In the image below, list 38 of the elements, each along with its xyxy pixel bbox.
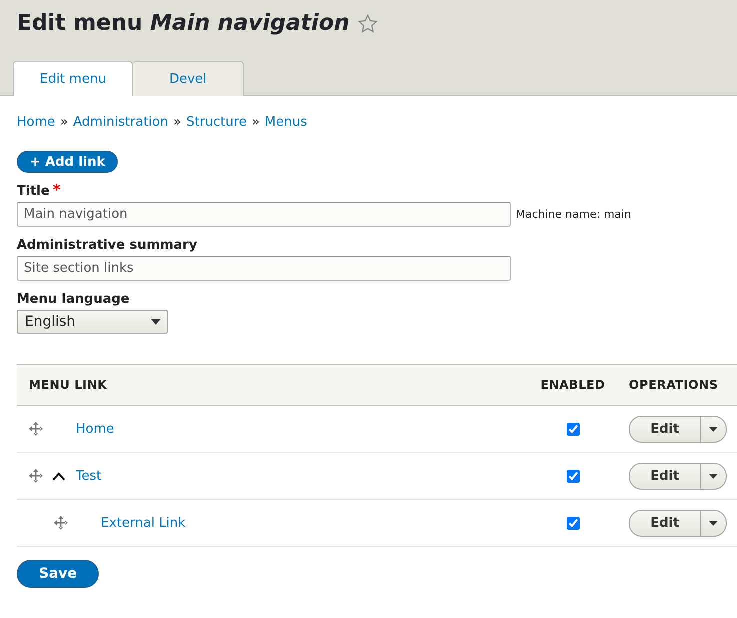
enabled-checkbox[interactable] [566,470,580,482]
language-select[interactable]: English [17,310,168,334]
field-label: Menu language [17,292,130,307]
drag-handle-icon[interactable] [29,422,43,436]
input-field[interactable]: Main navigation [17,202,511,227]
column-header: ENABLED [540,378,606,392]
breadcrumb-separator: » [252,115,260,130]
caret-icon [709,474,718,478]
caret-icon [709,426,718,432]
breadcrumb-link[interactable]: Administration [73,115,168,130]
drag-handle-icon[interactable] [29,469,43,483]
breadcrumb-separator: » [174,115,182,130]
menu-link[interactable]: Test [76,468,102,484]
page-title: Edit menu Main navigation [17,11,350,36]
menu-link[interactable]: Home [76,422,114,436]
field-label: Title [17,184,50,199]
enabled-checkbox[interactable] [566,422,580,436]
breadcrumb-link[interactable]: Home [17,115,56,130]
add-link-button[interactable]: + Add link [17,151,118,173]
column-header: MENU LINK [29,378,108,392]
menu-link[interactable]: External Link [101,516,186,530]
required-marker-icon: * [52,184,61,199]
machine-name: Machine name: main [516,208,632,221]
drag-handle-icon[interactable] [54,516,68,530]
input-field[interactable]: Site section links [17,256,511,281]
chevron-up-icon[interactable] [52,472,66,480]
breadcrumb-link[interactable]: Menus [264,115,308,130]
caret-icon [709,520,718,526]
column-header: OPERATIONS [629,378,718,392]
star-icon[interactable] [358,14,378,34]
save-button[interactable]: Save [17,560,100,588]
tab[interactable]: Edit menu [13,61,134,96]
dropdown-arrow-icon [151,319,161,325]
breadcrumb-separator: » [60,115,68,130]
field-label: Administrative summary [17,238,198,253]
enabled-checkbox[interactable] [566,516,580,530]
breadcrumb-link[interactable]: Structure [186,115,247,130]
tab[interactable]: Devel [133,61,244,96]
